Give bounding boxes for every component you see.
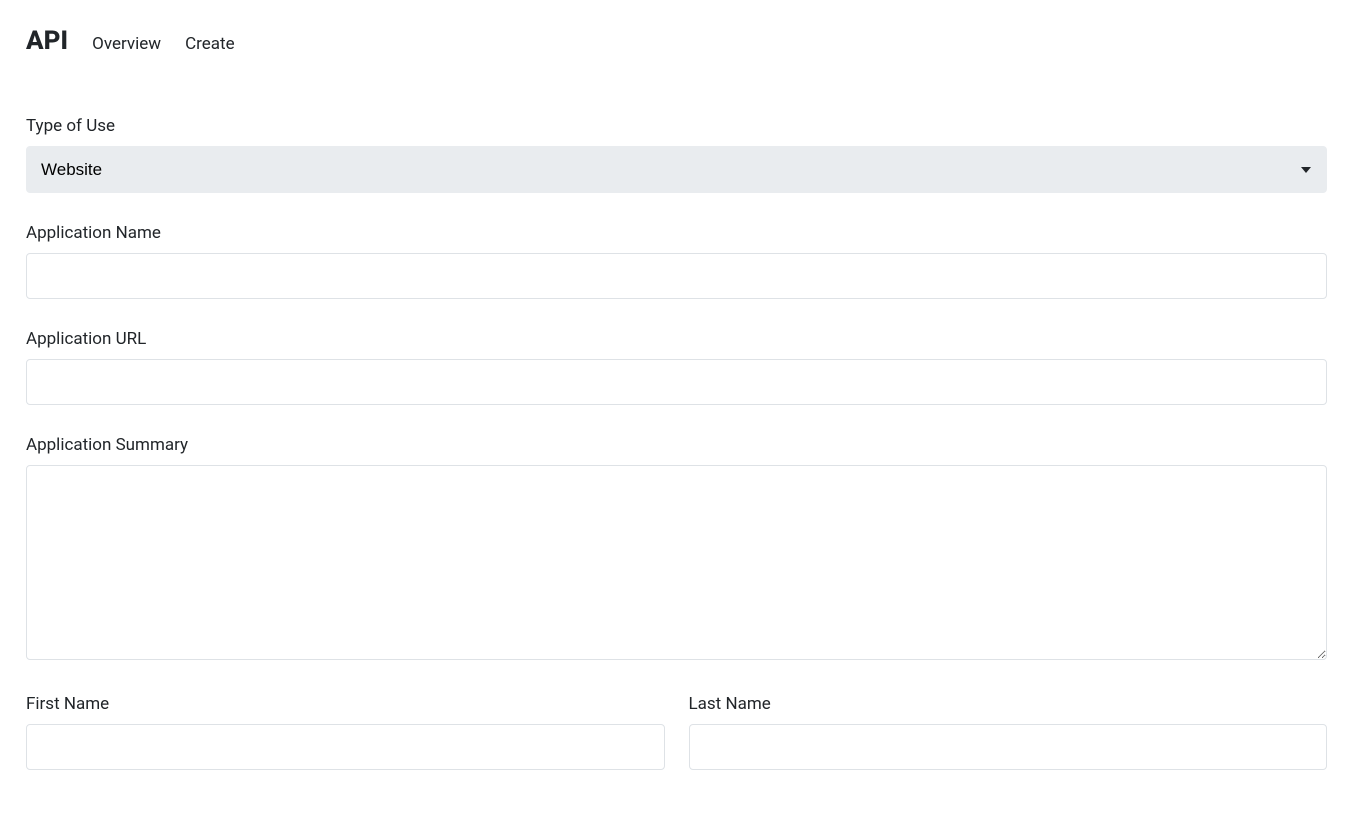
name-row: First Name Last Name — [26, 694, 1327, 800]
field-application-summary: Application Summary — [26, 435, 1327, 664]
application-summary-textarea[interactable] — [26, 465, 1327, 660]
type-of-use-label: Type of Use — [26, 116, 1327, 136]
page-header: API Overview Create — [26, 26, 1327, 56]
last-name-label: Last Name — [689, 694, 1328, 714]
nav-link-overview[interactable]: Overview — [92, 34, 161, 54]
field-application-url: Application URL — [26, 329, 1327, 405]
application-name-input[interactable] — [26, 253, 1327, 299]
type-of-use-select[interactable]: Website — [26, 146, 1327, 193]
nav-link-create[interactable]: Create — [185, 34, 235, 54]
first-name-input[interactable] — [26, 724, 665, 770]
field-type-of-use: Type of Use Website — [26, 116, 1327, 193]
application-name-label: Application Name — [26, 223, 1327, 243]
application-url-label: Application URL — [26, 329, 1327, 349]
first-name-label: First Name — [26, 694, 665, 714]
type-of-use-select-wrapper: Website — [26, 146, 1327, 193]
application-url-input[interactable] — [26, 359, 1327, 405]
application-summary-label: Application Summary — [26, 435, 1327, 455]
brand-title: API — [26, 26, 68, 56]
last-name-input[interactable] — [689, 724, 1328, 770]
field-application-name: Application Name — [26, 223, 1327, 299]
